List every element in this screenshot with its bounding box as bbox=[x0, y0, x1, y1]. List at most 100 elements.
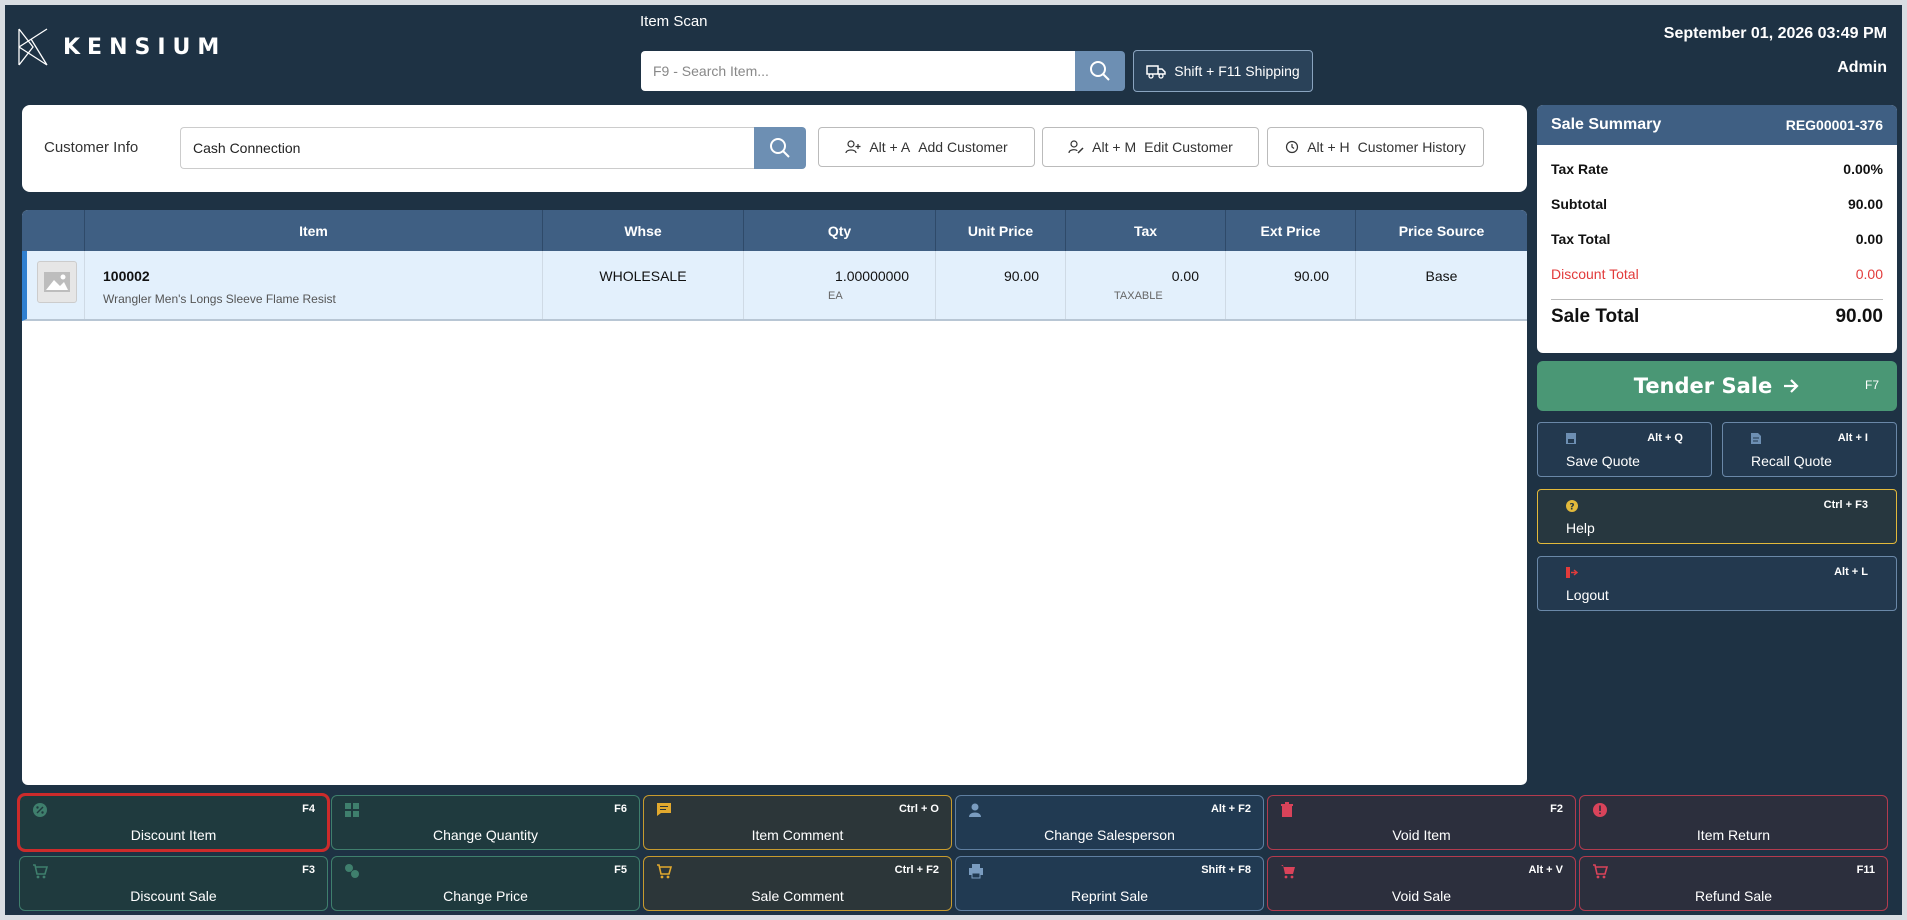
logout-label: Logout bbox=[1566, 587, 1609, 603]
return-alert-icon bbox=[1593, 803, 1607, 817]
save-quote-key: Alt + Q bbox=[1647, 432, 1683, 444]
recall-document-icon bbox=[1751, 433, 1761, 444]
change-salesperson-button[interactable]: Alt + F2 Change Salesperson bbox=[955, 795, 1264, 850]
summary-divider bbox=[1551, 299, 1883, 300]
customer-input[interactable]: Cash Connection bbox=[180, 127, 754, 169]
subtotal-row: Subtotal 90.00 bbox=[1537, 186, 1897, 221]
discount-item-button[interactable]: F4 Discount Item bbox=[17, 793, 330, 852]
help-key: Ctrl + F3 bbox=[1823, 499, 1868, 511]
tax-total-value: 0.00 bbox=[1855, 230, 1883, 247]
item-search-button[interactable] bbox=[1075, 51, 1125, 91]
image-placeholder-icon bbox=[37, 261, 77, 303]
uom-value: EA bbox=[828, 290, 843, 302]
item-return-label: Item Return bbox=[1696, 827, 1771, 843]
col-price-source: Price Source bbox=[1398, 222, 1485, 239]
change-salesperson-label: Change Salesperson bbox=[1044, 827, 1175, 843]
discount-icon bbox=[33, 803, 47, 817]
save-quote-label: Save Quote bbox=[1566, 453, 1640, 469]
refund-sale-key: F11 bbox=[1856, 864, 1875, 876]
item-comment-button[interactable]: Ctrl + O Item Comment bbox=[643, 795, 952, 850]
add-customer-button[interactable]: Alt + A Add Customer bbox=[818, 127, 1035, 167]
item-return-button[interactable]: Item Return bbox=[1579, 795, 1888, 850]
recall-quote-button[interactable]: Alt + I Recall Quote bbox=[1722, 422, 1897, 477]
change-price-key: F5 bbox=[614, 864, 627, 876]
table-row[interactable]: 100002 Wrangler Men's Longs Sleeve Flame… bbox=[22, 251, 1527, 321]
col-whse: Whse bbox=[543, 210, 744, 251]
discount-sale-label: Discount Sale bbox=[130, 888, 217, 904]
add-customer-label: Add Customer bbox=[918, 139, 1008, 155]
unit-price-cell: 90.00 bbox=[936, 251, 1066, 319]
void-item-label: Void Item bbox=[1392, 827, 1451, 843]
help-button[interactable]: ? Ctrl + F3 Help bbox=[1537, 489, 1897, 544]
tender-sale-button[interactable]: Tender Sale F7 bbox=[1537, 361, 1897, 411]
datetime: September 01, 2026 03:49 PM bbox=[1663, 25, 1887, 42]
void-sale-label: Void Sale bbox=[1391, 888, 1452, 904]
calculator-icon bbox=[345, 803, 359, 817]
item-search-input[interactable] bbox=[641, 51, 1075, 91]
void-item-key: F2 bbox=[1550, 803, 1563, 815]
change-salesperson-key: Alt + F2 bbox=[1210, 803, 1251, 815]
item-scan-label: Item Scan bbox=[640, 13, 708, 30]
recall-quote-label: Recall Quote bbox=[1751, 453, 1832, 469]
shipping-label: Shift + F11 Shipping bbox=[1174, 63, 1300, 79]
subtotal-value: 90.00 bbox=[1847, 195, 1883, 212]
search-icon bbox=[1090, 61, 1110, 81]
qty-cell: 1.00000000 EA bbox=[744, 251, 936, 319]
sale-comment-key: Ctrl + F2 bbox=[894, 864, 939, 876]
trash-icon bbox=[1281, 802, 1293, 817]
customer-history-label: Customer History bbox=[1357, 139, 1466, 155]
refund-sale-label: Refund Sale bbox=[1694, 888, 1773, 904]
customer-info-label: Customer Info bbox=[44, 139, 139, 156]
salesperson-icon bbox=[969, 803, 981, 817]
history-icon bbox=[1286, 140, 1299, 154]
register-id: REG00001-376 bbox=[1785, 117, 1883, 133]
tax-total-row: Tax Total 0.00 bbox=[1537, 221, 1897, 256]
discount-item-key: F4 bbox=[302, 803, 315, 815]
customer-history-button[interactable]: Alt + H Customer History bbox=[1267, 127, 1484, 167]
void-sale-key: Alt + V bbox=[1528, 864, 1563, 876]
refund-sale-button[interactable]: F11 Refund Sale bbox=[1579, 856, 1888, 911]
qty-value: 1.00000000 bbox=[835, 268, 909, 284]
sale-total-label: Sale Total bbox=[1551, 306, 1640, 327]
logo-mark-icon bbox=[18, 28, 48, 66]
svg-text:?: ? bbox=[1569, 503, 1574, 513]
discount-sale-button[interactable]: F3 Discount Sale bbox=[19, 856, 328, 911]
reprint-sale-button[interactable]: Shift + F8 Reprint Sale bbox=[955, 856, 1264, 911]
change-price-button[interactable]: F5 Change Price bbox=[331, 856, 640, 911]
customer-history-key: Alt + H bbox=[1307, 139, 1350, 155]
table-header: Item Whse Qty Unit Price Tax Ext Price P… bbox=[22, 210, 1527, 251]
price-source-cell: Base bbox=[1356, 251, 1527, 319]
add-customer-key: Alt + A bbox=[869, 139, 911, 155]
tax-cell: 0.00 TAXABLE bbox=[1066, 251, 1226, 319]
discount-sale-key: F3 bbox=[302, 864, 315, 876]
change-quantity-key: F6 bbox=[614, 803, 627, 815]
app-window: KENSIUM Item Scan Shift + F11 Shipping S… bbox=[0, 0, 1907, 920]
void-item-button[interactable]: F2 Void Item bbox=[1267, 795, 1576, 850]
void-sale-button[interactable]: Alt + V Void Sale bbox=[1267, 856, 1576, 911]
change-price-label: Change Price bbox=[443, 888, 528, 904]
save-quote-button[interactable]: Alt + Q Save Quote bbox=[1537, 422, 1712, 477]
shipping-button[interactable]: Shift + F11 Shipping bbox=[1133, 50, 1313, 92]
col-qty: Qty bbox=[744, 210, 936, 251]
tax-rate-label: Tax Rate bbox=[1551, 160, 1609, 177]
change-quantity-button[interactable]: F6 Change Quantity bbox=[331, 795, 640, 850]
col-image bbox=[22, 210, 85, 251]
edit-customer-button[interactable]: Alt + M Edit Customer bbox=[1042, 127, 1259, 167]
logout-button[interactable]: Alt + L Logout bbox=[1537, 556, 1897, 611]
help-icon: ? bbox=[1566, 500, 1578, 513]
tax-rate-row: Tax Rate 0.00% bbox=[1537, 151, 1897, 186]
customer-search: Cash Connection bbox=[180, 127, 806, 169]
item-comment-label: Item Comment bbox=[751, 827, 844, 843]
discount-total-row: Discount Total 0.00 bbox=[1537, 256, 1897, 291]
sale-comment-button[interactable]: Ctrl + F2 Sale Comment bbox=[643, 856, 952, 911]
discount-item-label: Discount Item bbox=[130, 827, 217, 843]
edit-user-icon bbox=[1068, 140, 1084, 154]
edit-customer-key: Alt + M bbox=[1092, 139, 1137, 155]
comment-icon bbox=[657, 803, 671, 816]
reprint-sale-key: Shift + F8 bbox=[1201, 864, 1251, 876]
item-code: 100002 bbox=[103, 268, 150, 284]
customer-search-button[interactable] bbox=[754, 127, 806, 169]
unit-price-value: 90.00 bbox=[1003, 268, 1039, 284]
col-unit-price: Unit Price bbox=[936, 210, 1066, 251]
summary-header: Sale Summary REG00001-376 bbox=[1537, 105, 1897, 145]
